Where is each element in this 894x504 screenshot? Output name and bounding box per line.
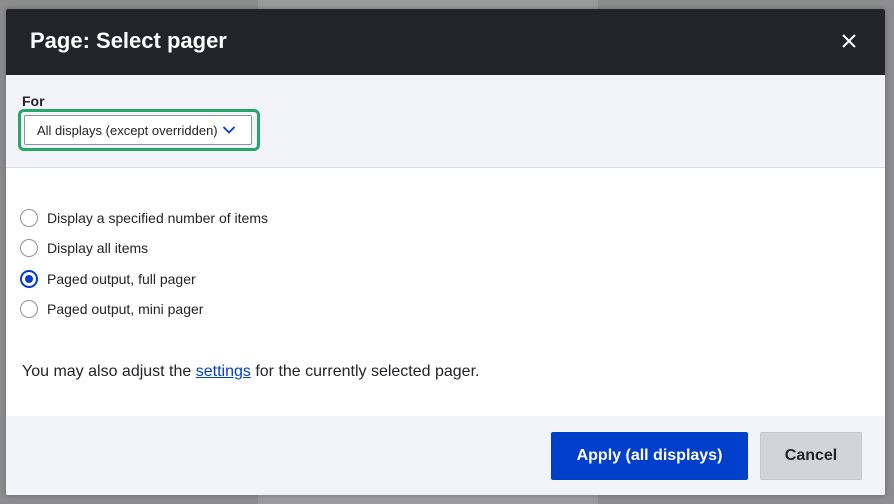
apply-button[interactable]: Apply (all displays) xyxy=(551,432,748,480)
dialog-footer: Apply (all displays) Cancel xyxy=(6,416,885,495)
pager-option-label: Paged output, mini pager xyxy=(47,301,204,317)
pager-option-label: Paged output, full pager xyxy=(47,271,196,287)
settings-note: You may also adjust the settings for the… xyxy=(22,363,479,381)
settings-link[interactable]: settings xyxy=(196,363,251,380)
note-text-before: You may also adjust the xyxy=(22,363,196,380)
pager-option-label: Display a specified number of items xyxy=(47,210,268,226)
radio-button-checked[interactable] xyxy=(20,270,38,288)
chevron-down-icon xyxy=(222,125,236,135)
pager-option-label: Display all items xyxy=(47,240,149,256)
pager-option-all[interactable]: Display all items xyxy=(20,235,148,261)
cancel-button[interactable]: Cancel xyxy=(760,432,862,480)
select-value: All displays (except overridden) xyxy=(37,122,218,138)
note-text-after: for the currently selected pager. xyxy=(250,363,480,380)
radio-button[interactable] xyxy=(20,209,38,227)
for-section: For All displays (except overridden) xyxy=(6,75,885,168)
pager-option-mini[interactable]: Paged output, mini pager xyxy=(20,296,203,322)
pager-option-specified[interactable]: Display a specified number of items xyxy=(20,205,268,231)
close-icon[interactable] xyxy=(839,31,859,51)
pager-option-full[interactable]: Paged output, full pager xyxy=(20,266,196,292)
select-pager-dialog: Page: Select pager For All displays (exc… xyxy=(6,9,885,495)
radio-button[interactable] xyxy=(20,300,38,318)
dialog-title: Page: Select pager xyxy=(30,28,227,53)
radio-button[interactable] xyxy=(20,239,38,257)
for-label: For xyxy=(22,93,45,109)
dialog-titlebar: Page: Select pager xyxy=(6,9,885,75)
display-scope-select[interactable]: All displays (except overridden) xyxy=(24,115,252,145)
select-focus-ring: All displays (except overridden) xyxy=(18,109,260,151)
